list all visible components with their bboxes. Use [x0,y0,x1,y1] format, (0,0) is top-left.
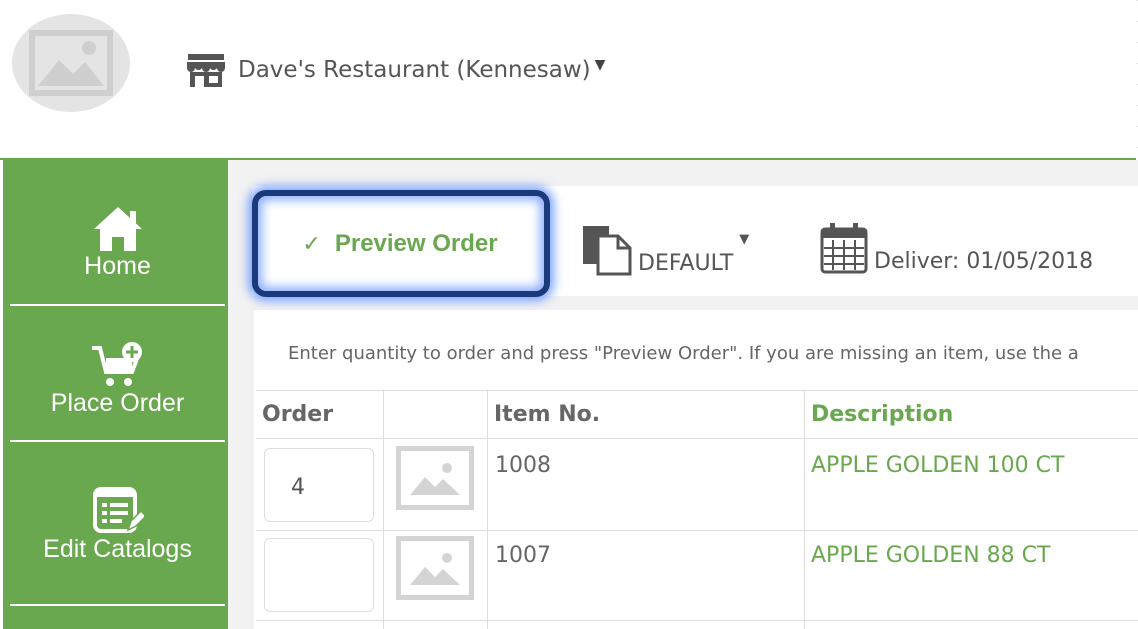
item-number: 1007 [495,543,551,568]
header: Dave's Restaurant (Kennesaw) ▼ [0,0,1136,158]
sidebar-divider [10,604,225,606]
sidebar-item-place-order[interactable]: Place Order [10,328,225,428]
store-icon [187,54,225,87]
sidebar-divider [10,304,225,306]
chevron-down-icon: ▼ [594,57,606,73]
item-number: 1008 [495,453,551,478]
catalog-selector[interactable]: DEFAULT ▼ [580,222,749,276]
chevron-down-icon: ▼ [739,232,750,247]
sidebar-item-label: Edit Catalogs [43,534,192,563]
table-divider [256,438,1138,439]
preview-order-button[interactable]: ✓ Preview Order [266,204,534,284]
calendar-icon [820,223,868,274]
preview-order-label: Preview Order [334,230,498,257]
edit-catalog-icon [92,486,144,533]
instructions-text: Enter quantity to order and press "Previ… [288,343,1079,364]
logo-image-placeholder [12,14,130,112]
delivery-date[interactable]: Deliver: 01/05/2018 [820,218,1093,274]
table-divider [383,390,384,629]
quantity-input[interactable]: 4 [264,448,374,522]
sidebar-item-home[interactable]: Home [10,192,225,292]
image-placeholder-icon [410,553,460,585]
column-header-item-no[interactable]: Item No. [494,402,600,427]
column-header-order[interactable]: Order [262,402,333,427]
image-placeholder-icon [29,30,113,96]
check-icon: ✓ [302,231,321,256]
column-header-description[interactable]: Description [811,402,953,427]
quantity-input[interactable] [264,538,374,612]
table-divider [256,530,1138,531]
catalog-value: DEFAULT [638,251,734,276]
product-thumbnail [396,446,474,510]
sidebar-item-label: Place Order [50,388,185,417]
product-thumbnail [396,536,474,600]
sidebar-item-edit-catalogs[interactable]: Edit Catalogs [10,464,225,584]
image-placeholder-icon [410,463,460,495]
item-description[interactable]: APPLE GOLDEN 100 CT [811,453,1064,478]
restaurant-name: Dave's Restaurant (Kennesaw) [238,57,591,83]
cart-add-icon [91,341,142,386]
sidebar-divider [10,440,225,442]
delivery-date-text: Deliver: 01/05/2018 [874,249,1094,274]
table-divider [256,390,1138,391]
restaurant-selector[interactable]: Dave's Restaurant (Kennesaw) ▼ [186,50,605,90]
home-icon [93,206,142,251]
table-divider [804,390,805,629]
item-description[interactable]: APPLE GOLDEN 88 CT [811,543,1050,568]
table-divider [487,390,488,629]
copy-document-icon [583,226,632,276]
table-divider [256,620,1138,621]
sidebar-item-label: Home [84,251,151,280]
